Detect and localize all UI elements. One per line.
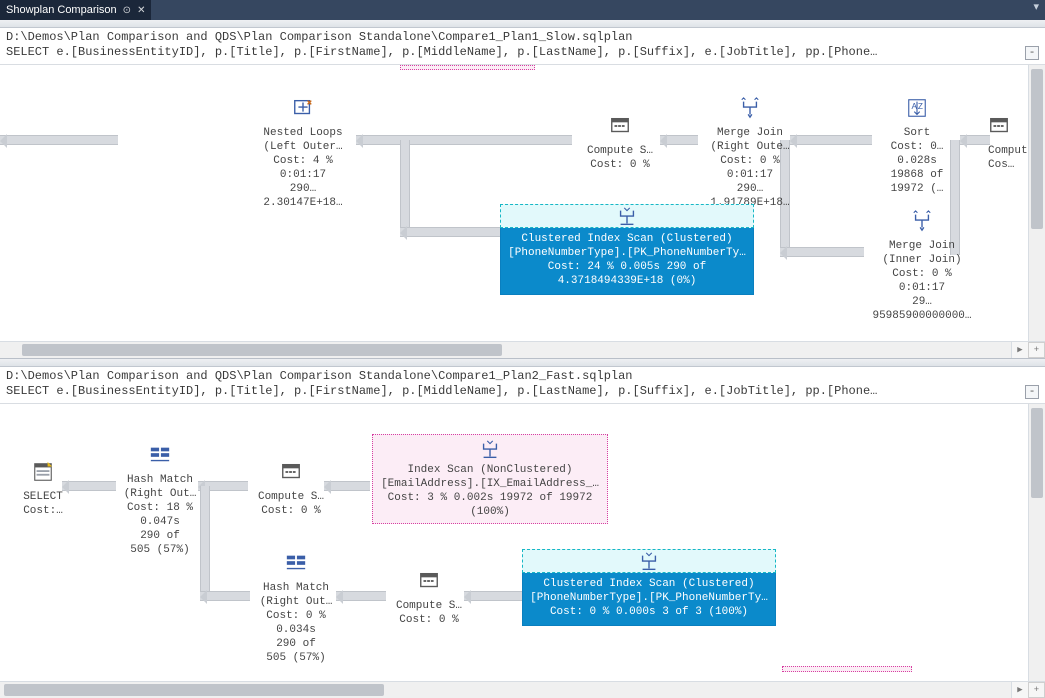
clustered-index-scan-icon <box>616 206 638 228</box>
plan2-canvas[interactable]: SELECT Cost:… Hash Match (Right Out… Cos… <box>0 404 1028 681</box>
compute-scalar-icon <box>280 461 302 483</box>
scrollbar-thumb[interactable] <box>4 684 384 696</box>
op-compute-scalar[interactable]: Compute S… Cost: 0 % <box>384 570 474 627</box>
nested-loops-icon <box>292 97 314 119</box>
hash-match-icon <box>285 552 307 574</box>
scroll-right-icon[interactable]: ▶ <box>1011 342 1028 358</box>
title-bar: Showplan Comparison ⊙ ✕ ▾ <box>0 0 1045 20</box>
plan2-info: D:\Demos\Plan Comparison and QDS\Plan Co… <box>0 367 1045 404</box>
op-select[interactable]: SELECT Cost:… <box>14 461 72 518</box>
plan1-vertical-scrollbar[interactable] <box>1028 65 1045 341</box>
close-icon[interactable]: ✕ <box>137 5 145 16</box>
flow-arrow <box>400 227 500 237</box>
op-compute-scalar[interactable]: Compute S… Cost: 0 % <box>575 115 665 172</box>
flow-arrow <box>400 140 410 235</box>
op-hash-match[interactable]: Hash Match (Right Out… Cost: 0 % 0.034s … <box>248 552 344 665</box>
flow-arrow <box>790 135 872 145</box>
op-merge-join[interactable]: Merge Join (Right Oute… Cost: 0 % 0:01:1… <box>700 97 800 210</box>
compute-scalar-icon <box>988 115 1010 137</box>
plan2-horizontal-scrollbar[interactable]: ▶ + <box>0 681 1045 698</box>
index-scan-icon <box>479 439 501 461</box>
op-compute-scalar[interactable]: Compute S… Cost: 0 % <box>246 461 336 518</box>
flow-arrow <box>960 135 990 145</box>
tab-title: Showplan Comparison <box>6 4 117 16</box>
plan-pane-slow: D:\Demos\Plan Comparison and QDS\Plan Co… <box>0 20 1045 359</box>
plan1-collapse-button[interactable]: - <box>1025 46 1039 60</box>
merge-join-icon <box>739 97 761 119</box>
compute-scalar-icon <box>418 570 440 592</box>
pane-grip[interactable] <box>0 20 1045 28</box>
plan1-canvas[interactable]: Nested Loops (Left Outer… Cost: 4 % 0:01… <box>0 65 1028 341</box>
op-index-scan-highlight[interactable]: Index Scan (NonClustered) [EmailAddress]… <box>372 434 608 524</box>
op-hash-match[interactable]: Hash Match (Right Out… Cost: 18 % 0.047s… <box>112 444 208 557</box>
flow-arrow <box>200 591 250 601</box>
highlight-region-pink <box>782 666 912 672</box>
plan1-query: SELECT e.[BusinessEntityID], p.[Title], … <box>6 45 1039 60</box>
scrollbar-thumb[interactable] <box>22 344 502 356</box>
scroll-right-icon[interactable]: ▶ <box>1011 682 1028 698</box>
plan2-path: D:\Demos\Plan Comparison and QDS\Plan Co… <box>6 369 1039 384</box>
plan1-path: D:\Demos\Plan Comparison and QDS\Plan Co… <box>6 30 1039 45</box>
plan-pane-fast: D:\Demos\Plan Comparison and QDS\Plan Co… <box>0 359 1045 698</box>
plan1-horizontal-scrollbar[interactable]: ▶ + <box>0 341 1045 358</box>
flow-arrow <box>356 135 572 145</box>
op-clustered-index-scan-selected[interactable]: Clustered Index Scan (Clustered) [PhoneN… <box>522 572 776 626</box>
op-compute-scalar-edge[interactable]: Compute… Cos… <box>988 115 1028 172</box>
plan2-query: SELECT e.[BusinessEntityID], p.[Title], … <box>6 384 1039 399</box>
zoom-corner-button[interactable]: + <box>1028 342 1045 358</box>
scrollbar-thumb[interactable] <box>1031 69 1043 229</box>
clustered-index-scan-icon <box>638 551 660 573</box>
plan1-info: D:\Demos\Plan Comparison and QDS\Plan Co… <box>0 28 1045 65</box>
select-icon <box>32 461 54 483</box>
op-merge-join-inner[interactable]: Merge Join (Inner Join) Cost: 0 % 0:01:1… <box>862 210 982 323</box>
plan2-collapse-button[interactable]: - <box>1025 385 1039 399</box>
merge-join-icon <box>911 210 933 232</box>
pin-icon[interactable]: ⊙ <box>123 5 131 16</box>
plan2-vertical-scrollbar[interactable] <box>1028 404 1045 681</box>
flow-arrow <box>780 247 864 257</box>
sort-icon <box>906 97 928 119</box>
hash-match-icon <box>149 444 171 466</box>
window-options-icon[interactable]: ▾ <box>1027 0 1045 20</box>
op-nested-loops[interactable]: Nested Loops (Left Outer… Cost: 4 % 0:01… <box>248 97 358 210</box>
tab-showplan-comparison[interactable]: Showplan Comparison ⊙ ✕ <box>0 0 151 20</box>
scrollbar-thumb[interactable] <box>1031 408 1043 498</box>
flow-arrow <box>660 135 698 145</box>
compute-scalar-icon <box>609 115 631 137</box>
op-sort[interactable]: Sort Cost: 0… 0.028s 19868 of 19972 (… <box>875 97 959 196</box>
zoom-corner-button[interactable]: + <box>1028 682 1045 698</box>
pane-grip[interactable] <box>0 359 1045 367</box>
op-clustered-index-scan-selected[interactable]: Clustered Index Scan (Clustered) [PhoneN… <box>500 227 754 295</box>
highlight-region-pink <box>400 65 535 70</box>
flow-arrow <box>0 135 118 145</box>
